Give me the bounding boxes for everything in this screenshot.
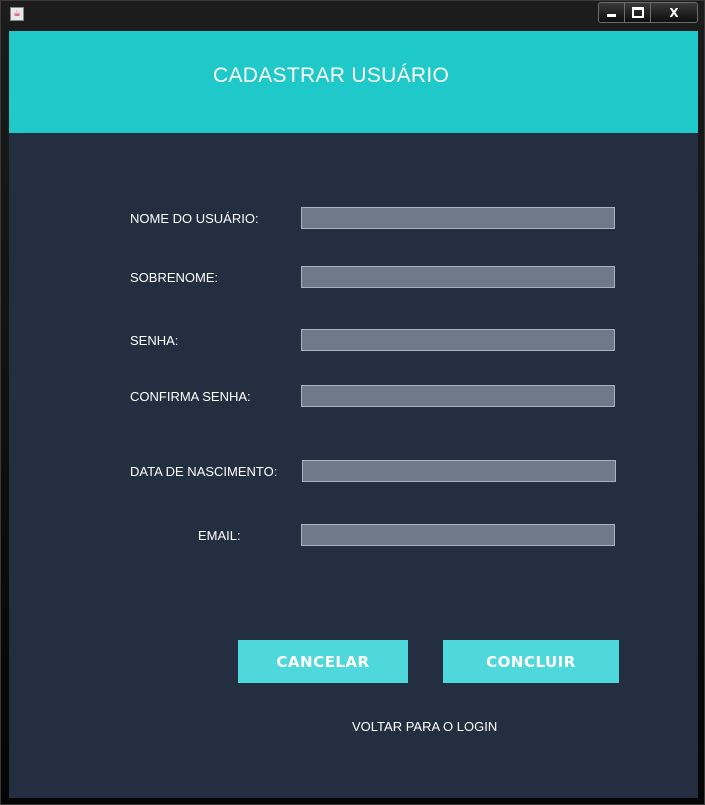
submit-button[interactable]: CONCLUIR bbox=[443, 640, 619, 683]
cancel-button[interactable]: CANCELAR bbox=[238, 640, 408, 683]
password-label: SENHA: bbox=[130, 333, 179, 348]
close-icon: X bbox=[669, 5, 679, 20]
registration-panel: CADASTRAR USUÁRIO NOME DO USUÁRIO: SOBRE… bbox=[9, 31, 698, 798]
username-label: NOME DO USUÁRIO: bbox=[130, 211, 259, 226]
birthdate-label: DATA DE NASCIMENTO: bbox=[130, 464, 278, 479]
maximize-button[interactable] bbox=[625, 3, 651, 22]
minimize-icon bbox=[607, 14, 616, 17]
java-icon: ☕ bbox=[10, 7, 24, 21]
email-input[interactable] bbox=[301, 524, 615, 546]
maximize-icon bbox=[631, 7, 644, 18]
header-banner: CADASTRAR USUÁRIO bbox=[9, 31, 698, 133]
confirm-password-input[interactable] bbox=[301, 385, 615, 407]
password-input[interactable] bbox=[301, 329, 615, 351]
minimize-button[interactable] bbox=[599, 3, 625, 22]
surname-input[interactable] bbox=[301, 266, 615, 288]
confirm-password-label: CONFIRMA SENHA: bbox=[130, 389, 251, 404]
page-title: CADASTRAR USUÁRIO bbox=[213, 64, 450, 87]
window-controls: X bbox=[598, 2, 698, 23]
birthdate-input[interactable] bbox=[302, 460, 616, 482]
email-label: EMAIL: bbox=[198, 528, 241, 543]
username-input[interactable] bbox=[301, 207, 615, 229]
window-frame: ☕ X CADASTRAR USUÁRIO NOME DO USUÁRIO: S… bbox=[0, 0, 705, 805]
surname-label: SOBRENOME: bbox=[130, 270, 219, 285]
close-button[interactable]: X bbox=[651, 3, 697, 22]
back-to-login-link[interactable]: VOLTAR PARA O LOGIN bbox=[352, 719, 497, 734]
